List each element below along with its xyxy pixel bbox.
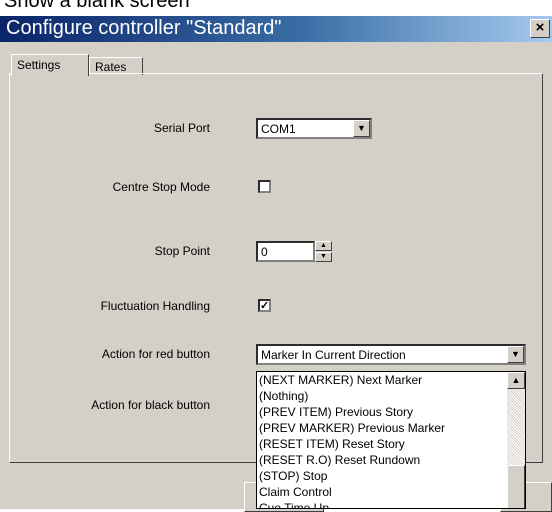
- dropdown-items: (NEXT MARKER) Next Marker (Nothing) (PREV …: [257, 372, 525, 508]
- chevron-down-icon: ▼: [511, 349, 520, 359]
- arrow-down-icon: ▼: [320, 253, 327, 260]
- dropdown-item[interactable]: (NEXT MARKER) Next Marker: [257, 372, 525, 388]
- red-button-action-value: Marker In Current Direction: [261, 348, 406, 362]
- stop-point-spinner: 0 ▲ ▼: [256, 241, 332, 262]
- dropdown-item[interactable]: (PREV ITEM) Previous Story: [257, 404, 525, 420]
- scroll-up-button[interactable]: ▲: [507, 372, 525, 389]
- chevron-down-icon: ▼: [357, 123, 366, 133]
- dropdown-item[interactable]: Claim Control: [257, 484, 525, 500]
- tab-settings-label: Settings: [17, 58, 61, 72]
- dropdown-item[interactable]: (Nothing): [257, 388, 525, 404]
- page-caption: Show a blank screen: [4, 0, 190, 12]
- dropdown-item[interactable]: (RESET ITEM) Reset Story: [257, 436, 525, 452]
- centre-stop-mode-checkbox[interactable]: [258, 180, 271, 193]
- black-button-action-label: Action for black button: [91, 398, 210, 412]
- action-dropdown-list[interactable]: (NEXT MARKER) Next Marker (Nothing) (PREV …: [256, 371, 526, 509]
- title-bar[interactable]: Configure controller "Standard" ×: [0, 16, 552, 42]
- tab-settings[interactable]: Settings: [11, 54, 89, 76]
- serial-port-label: Serial Port: [153, 121, 210, 135]
- close-icon: ×: [535, 19, 545, 36]
- dropdown-item[interactable]: Cue Time Up: [257, 500, 525, 508]
- arrow-up-icon: ▲: [511, 375, 521, 385]
- spin-down-button[interactable]: ▼: [315, 252, 332, 262]
- dropdown-item[interactable]: (STOP) Stop: [257, 468, 525, 484]
- spin-up-button[interactable]: ▲: [315, 241, 332, 251]
- scrollbar-thumb[interactable]: [507, 465, 525, 508]
- serial-port-dropdown-button[interactable]: ▼: [353, 120, 370, 137]
- fluctuation-handling-label: Fluctuation Handling: [100, 299, 210, 313]
- red-button-dropdown-button[interactable]: ▼: [507, 346, 524, 363]
- fluctuation-handling-checkbox[interactable]: ✓: [258, 299, 271, 312]
- red-button-action-label: Action for red button: [101, 347, 210, 361]
- stop-point-value: 0: [261, 245, 268, 259]
- serial-port-select[interactable]: COM1 ▼: [256, 118, 372, 139]
- stop-point-label: Stop Point: [154, 244, 210, 258]
- dialog-title: Configure controller "Standard": [6, 17, 282, 39]
- dropdown-item[interactable]: (RESET R.O) Reset Rundown: [257, 452, 525, 468]
- tab-rates-label: Rates: [95, 60, 127, 74]
- dropdown-item[interactable]: (PREV MARKER) Previous Marker: [257, 420, 525, 436]
- close-button[interactable]: ×: [530, 19, 550, 38]
- checkmark-icon: ✓: [260, 300, 270, 312]
- arrow-up-icon: ▲: [320, 242, 327, 249]
- red-button-action-select[interactable]: Marker In Current Direction ▼: [256, 344, 526, 365]
- serial-port-value: COM1: [261, 122, 296, 136]
- centre-stop-mode-label: Centre Stop Mode: [112, 180, 210, 194]
- stop-point-input[interactable]: 0: [256, 241, 315, 262]
